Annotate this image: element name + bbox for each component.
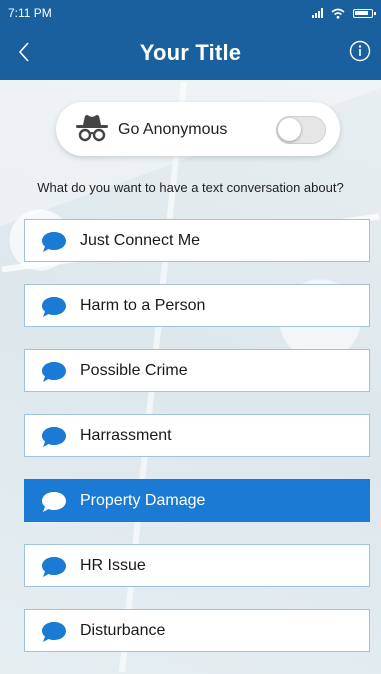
chat-bubble-icon xyxy=(42,232,66,252)
nav-bar: Your Title xyxy=(0,26,381,80)
topic-label: Just Connect Me xyxy=(80,232,201,249)
topic-label: HR Issue xyxy=(80,557,146,574)
signal-icon xyxy=(312,8,323,18)
wifi-icon xyxy=(331,8,345,19)
anonymous-toggle[interactable] xyxy=(276,116,326,144)
chat-bubble-icon xyxy=(42,362,66,382)
chat-bubble-icon xyxy=(42,492,66,512)
main-content: Go Anonymous What do you want to have a … xyxy=(0,80,381,674)
topic-label: Harm to a Person xyxy=(80,297,206,314)
app-header: 7:11 PM Your Title xyxy=(0,0,381,80)
status-time: 7:11 PM xyxy=(8,6,52,20)
back-chevron-icon[interactable] xyxy=(14,38,36,66)
chat-bubble-icon xyxy=(42,427,66,447)
topic-label: Possible Crime xyxy=(80,362,188,379)
incognito-icon xyxy=(76,115,108,142)
topic-label: Disturbance xyxy=(80,622,166,639)
chat-bubble-icon xyxy=(42,557,66,577)
status-icons xyxy=(312,8,376,19)
topic-option-property-damage[interactable]: Property Damage xyxy=(24,479,370,522)
anonymous-label: Go Anonymous xyxy=(118,121,228,138)
chat-bubble-icon xyxy=(42,297,66,317)
topic-list: Just Connect Me Harm to a Person Possibl… xyxy=(24,219,370,674)
anonymous-card: Go Anonymous xyxy=(56,102,340,156)
topic-option-just-connect-me[interactable]: Just Connect Me xyxy=(24,219,370,262)
info-icon[interactable] xyxy=(349,40,371,62)
topic-label: Property Damage xyxy=(80,492,206,509)
chat-bubble-icon xyxy=(42,622,66,642)
topic-prompt: What do you want to have a text conversa… xyxy=(37,180,344,195)
topic-label: Harrassment xyxy=(80,427,172,444)
page-title: Your Title xyxy=(139,40,242,65)
topic-option-hr-issue[interactable]: HR Issue xyxy=(24,544,370,587)
toggle-knob xyxy=(278,118,301,141)
topic-option-harrassment[interactable]: Harrassment xyxy=(24,414,370,457)
topic-option-harm-to-a-person[interactable]: Harm to a Person xyxy=(24,284,370,327)
status-bar: 7:11 PM xyxy=(0,0,381,26)
battery-icon xyxy=(353,8,376,18)
topic-option-disturbance[interactable]: Disturbance xyxy=(24,609,370,652)
topic-option-possible-crime[interactable]: Possible Crime xyxy=(24,349,370,392)
